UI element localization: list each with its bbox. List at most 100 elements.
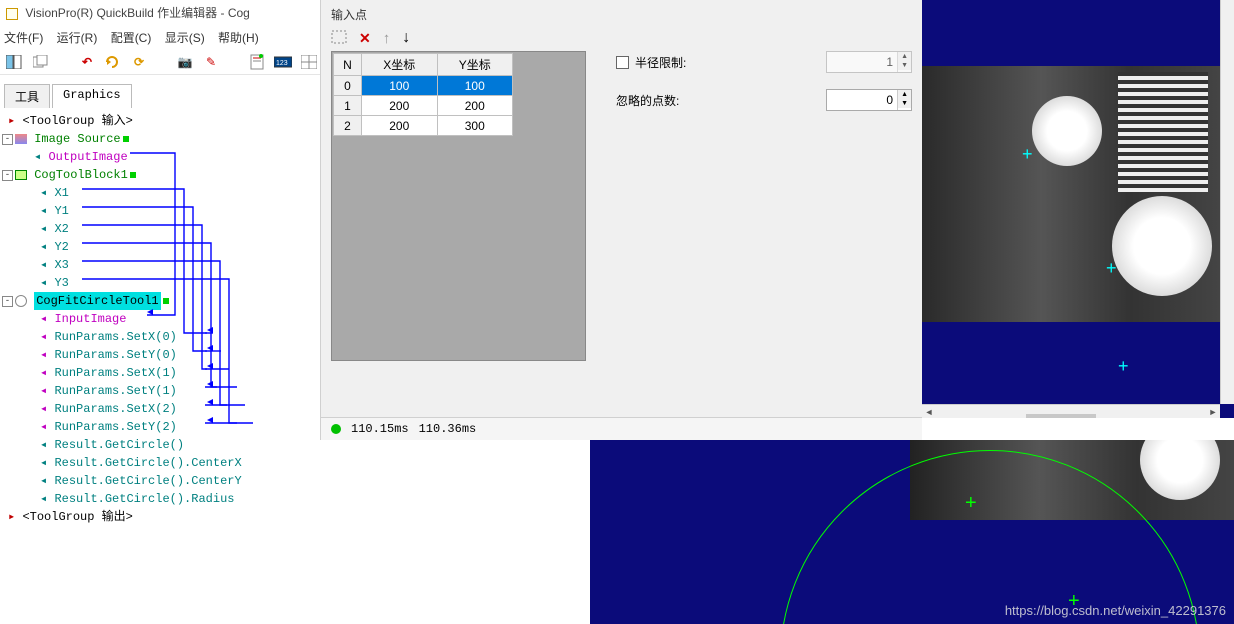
scroll-right-icon[interactable]: ►: [1206, 405, 1220, 419]
tree-y2[interactable]: ◂ Y2: [2, 238, 318, 256]
points-grid[interactable]: N X坐标 Y坐标 010010012002002200300: [333, 53, 513, 136]
tree-y1[interactable]: ◂ Y1: [2, 202, 318, 220]
cell-y[interactable]: 300: [437, 116, 513, 136]
tree-sety0[interactable]: ◂ RunParams.SetY(0): [2, 346, 318, 364]
tree-y3[interactable]: ◂ Y3: [2, 274, 318, 292]
table-row[interactable]: 0100100: [334, 76, 513, 96]
row-index: 1: [334, 96, 362, 116]
ignore-points-spinner[interactable]: ▲▼: [826, 89, 912, 111]
cap-circle-2: [1112, 196, 1212, 296]
ic-chip: [1118, 72, 1208, 192]
row-index: 0: [334, 76, 362, 96]
watermark-text: https://blog.csdn.net/weixin_42291376: [1005, 603, 1226, 618]
left-tabs: 工具 Graphics: [0, 84, 320, 108]
status-time-1: 110.15ms: [351, 422, 409, 436]
tree-x3[interactable]: ◂ X3: [2, 256, 318, 274]
tree-toolgroup-output[interactable]: ▸ <ToolGroup 输出>: [2, 508, 318, 526]
tree-input-image[interactable]: ◂ InputImage: [2, 310, 318, 328]
cap-circle-b: [1140, 440, 1220, 500]
marker-cross-2: +: [1106, 262, 1117, 274]
menu-config[interactable]: 配置(C): [111, 31, 152, 45]
tree-cogfitcircle[interactable]: - CogFitCircleTool1: [2, 292, 318, 310]
toolbar-counter-icon[interactable]: 123: [274, 54, 292, 70]
fit-cross-1: +: [965, 492, 977, 515]
radius-limit-input[interactable]: [827, 52, 897, 72]
tree-toolgroup-input[interactable]: ▸ <ToolGroup 输入>: [2, 112, 318, 130]
toolbar-refresh-icon[interactable]: ⟳: [130, 54, 148, 70]
delete-icon[interactable]: ✕: [359, 30, 371, 47]
toolbar-redo-icon[interactable]: [104, 54, 122, 70]
tree-getcircle[interactable]: ◂ Result.GetCircle(): [2, 436, 318, 454]
tree-x1[interactable]: ◂ X1: [2, 184, 318, 202]
spin-up-icon[interactable]: ▲: [898, 90, 911, 99]
properties-toolbar: ✕ ↑ ↓: [321, 25, 922, 51]
svg-text:123: 123: [276, 60, 288, 67]
tree-centerx[interactable]: ◂ Result.GetCircle().CenterX: [2, 454, 318, 472]
cell-y[interactable]: 200: [437, 96, 513, 116]
spin-down-icon[interactable]: ▼: [898, 61, 911, 70]
properties-panel: 输入点 ✕ ↑ ↓ N X坐标 Y坐标 01001001200200220030…: [320, 0, 922, 440]
scroll-thumb[interactable]: [1026, 414, 1096, 419]
col-y[interactable]: Y坐标: [437, 54, 513, 76]
spin-down-icon[interactable]: ▼: [898, 99, 911, 108]
menu-show[interactable]: 显示(S): [165, 31, 205, 45]
select-rect-icon[interactable]: [331, 30, 347, 47]
tree-setx0[interactable]: ◂ RunParams.SetX(0): [2, 328, 318, 346]
toolbar-layout-icon[interactable]: [6, 54, 24, 70]
cell-y[interactable]: 100: [437, 76, 513, 96]
radius-limit-label: 半径限制:: [635, 54, 826, 71]
down-arrow-icon[interactable]: ↓: [402, 29, 410, 47]
left-panel: 工具 Graphics ▸ <ToolGroup 输入> - Image Sou…: [0, 84, 320, 624]
toolbar-pencil-icon[interactable]: ✎: [202, 54, 220, 70]
properties-title: 输入点: [321, 0, 922, 25]
tree-sety1[interactable]: ◂ RunParams.SetY(1): [2, 382, 318, 400]
tree-radius[interactable]: ◂ Result.GetCircle().Radius: [2, 490, 318, 508]
row-index: 2: [334, 116, 362, 136]
tree-setx2[interactable]: ◂ RunParams.SetX(2): [2, 400, 318, 418]
cell-x[interactable]: 200: [362, 96, 438, 116]
up-arrow-icon[interactable]: ↑: [383, 30, 391, 47]
spin-up-icon[interactable]: ▲: [898, 52, 911, 61]
scrollbar-horizontal[interactable]: ◄ ►: [922, 404, 1220, 418]
tab-graphics[interactable]: Graphics: [52, 84, 132, 108]
tree-x2[interactable]: ◂ X2: [2, 220, 318, 238]
ignore-points-input[interactable]: [827, 90, 897, 110]
tab-tools[interactable]: 工具: [4, 84, 50, 108]
table-row[interactable]: 1200200: [334, 96, 513, 116]
points-grid-container: N X坐标 Y坐标 010010012002002200300: [331, 51, 586, 361]
cell-x[interactable]: 200: [362, 116, 438, 136]
toolbar-camera-icon[interactable]: 📷: [176, 54, 194, 70]
tree-image-source[interactable]: - Image Source: [2, 130, 318, 148]
tree-cogtoolblock[interactable]: - CogToolBlock1: [2, 166, 318, 184]
properties-controls: 半径限制: ▲▼ 忽略的点数: ▲▼: [586, 51, 912, 361]
toolbar-note-icon[interactable]: [248, 54, 266, 70]
tool-tree: ▸ <ToolGroup 输入> - Image Source ◂ Output…: [0, 108, 320, 530]
table-row[interactable]: 2200300: [334, 116, 513, 136]
status-bar: 110.15ms 110.36ms: [321, 417, 922, 440]
menu-file[interactable]: 文件(F): [4, 31, 43, 45]
toolbar-undo-icon[interactable]: ↶: [78, 54, 96, 70]
cell-x[interactable]: 100: [362, 76, 438, 96]
scrollbar-vertical[interactable]: [1220, 0, 1234, 404]
tree-sety2[interactable]: ◂ RunParams.SetY(2): [2, 418, 318, 436]
col-n[interactable]: N: [334, 54, 362, 76]
marker-cross-3: +: [1118, 360, 1129, 372]
tree-output-image[interactable]: ◂ OutputImage: [2, 148, 318, 166]
image-viewer-bottom[interactable]: + + https://blog.csdn.net/weixin_4229137…: [590, 440, 1234, 624]
menu-help[interactable]: 帮助(H): [218, 31, 259, 45]
app-icon: [6, 8, 18, 20]
toolbar-copy-icon[interactable]: [32, 54, 50, 70]
tree-setx1[interactable]: ◂ RunParams.SetX(1): [2, 364, 318, 382]
scroll-left-icon[interactable]: ◄: [922, 405, 936, 419]
toolbar-grid-icon[interactable]: [300, 54, 318, 70]
ignore-points-label: 忽略的点数:: [616, 92, 826, 109]
col-x[interactable]: X坐标: [362, 54, 438, 76]
cap-circle-1: [1032, 96, 1102, 166]
radius-limit-spinner[interactable]: ▲▼: [826, 51, 912, 73]
image-viewer-top[interactable]: + + + ◄ ►: [922, 0, 1234, 418]
window-title-text: VisionPro(R) QuickBuild 作业编辑器 - Cog: [25, 6, 250, 20]
radius-limit-checkbox[interactable]: [616, 56, 629, 69]
status-time-2: 110.36ms: [419, 422, 477, 436]
menu-run[interactable]: 运行(R): [57, 31, 98, 45]
tree-centery[interactable]: ◂ Result.GetCircle().CenterY: [2, 472, 318, 490]
